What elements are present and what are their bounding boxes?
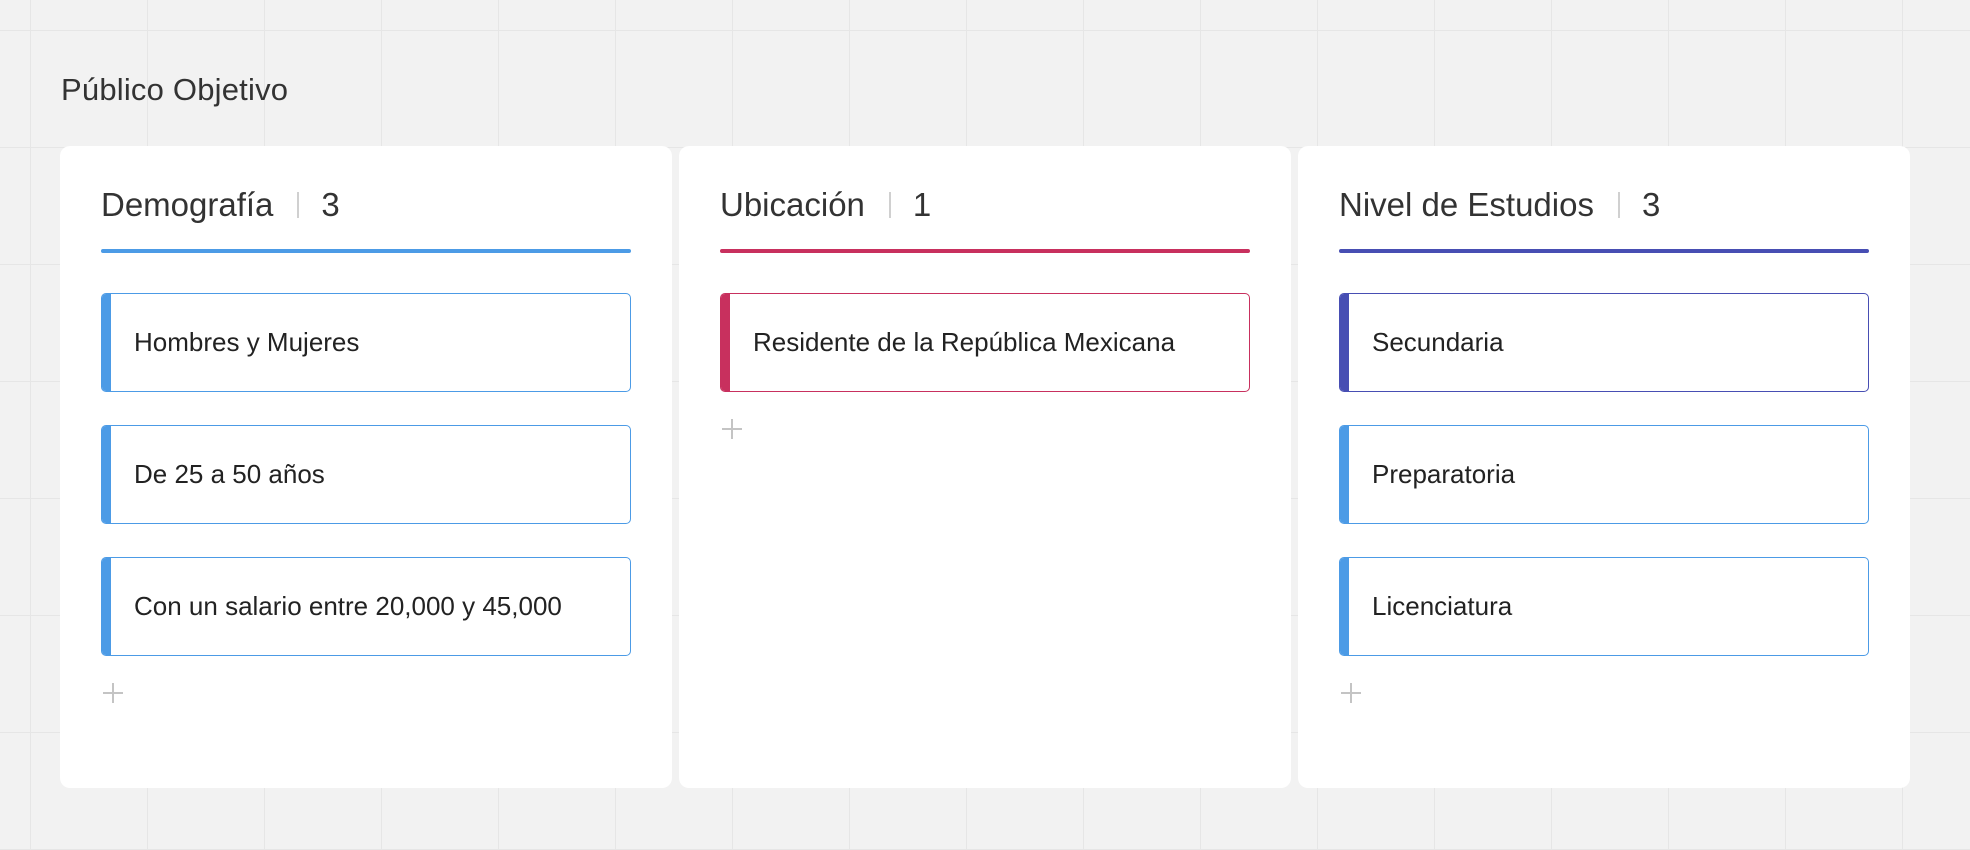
- column-color-rule: [720, 249, 1250, 253]
- card-color-tag: [1340, 558, 1349, 655]
- column-header[interactable]: Demografía 3: [101, 184, 631, 226]
- header-divider: [888, 192, 891, 218]
- column-header[interactable]: Nivel de Estudios 3: [1339, 184, 1869, 226]
- kanban-board: Demografía 3 Hombres y Mujeres De 25 a 5…: [60, 146, 1910, 788]
- card-color-tag: [102, 294, 111, 391]
- card-text: Con un salario entre 20,000 y 45,000: [134, 591, 562, 621]
- card-edad[interactable]: De 25 a 50 años: [101, 425, 631, 524]
- card-list: Residente de la República Mexicana: [720, 293, 1250, 392]
- column-ubicacion: Ubicación 1 Residente de la República Me…: [679, 146, 1291, 788]
- plus-icon[interactable]: [101, 681, 125, 705]
- column-card-count: 3: [1641, 186, 1661, 223]
- card-text: Preparatoria: [1372, 459, 1516, 489]
- card-text: Hombres y Mujeres: [134, 327, 360, 357]
- card-color-tag: [102, 426, 111, 523]
- column-card-count: 3: [321, 186, 340, 223]
- column-card-count: 1: [912, 186, 932, 223]
- frame-title[interactable]: Público Objetivo: [61, 72, 288, 108]
- card-text: Residente de la República Mexicana: [753, 327, 1176, 357]
- column-demografia: Demografía 3 Hombres y Mujeres De 25 a 5…: [60, 146, 672, 788]
- card-color-tag: [1340, 294, 1349, 391]
- card-hombres-y-mujeres[interactable]: Hombres y Mujeres: [101, 293, 631, 392]
- card-residente[interactable]: Residente de la República Mexicana: [720, 293, 1250, 392]
- card-list: Hombres y Mujeres De 25 a 50 años Con un…: [101, 293, 631, 656]
- card-color-tag: [721, 294, 730, 391]
- card-text: De 25 a 50 años: [134, 459, 325, 489]
- column-title[interactable]: Ubicación: [720, 186, 865, 224]
- card-list: Secundaria Preparatoria Licenciatura: [1339, 293, 1869, 656]
- card-color-tag: [1340, 426, 1349, 523]
- header-divider: [297, 192, 300, 218]
- card-text: Licenciatura: [1372, 591, 1513, 621]
- column-header[interactable]: Ubicación 1: [720, 184, 1250, 226]
- plus-icon[interactable]: [720, 417, 744, 441]
- card-color-tag: [102, 558, 111, 655]
- column-nivel-de-estudios: Nivel de Estudios 3 Secundaria Preparato…: [1298, 146, 1910, 788]
- column-color-rule: [1339, 249, 1869, 253]
- plus-icon[interactable]: [1339, 681, 1363, 705]
- column-color-rule: [101, 249, 631, 253]
- header-divider: [1617, 192, 1620, 218]
- card-secundaria[interactable]: Secundaria: [1339, 293, 1869, 392]
- column-title[interactable]: Demografía: [101, 186, 273, 224]
- card-licenciatura[interactable]: Licenciatura: [1339, 557, 1869, 656]
- card-preparatoria[interactable]: Preparatoria: [1339, 425, 1869, 524]
- card-text: Secundaria: [1372, 327, 1504, 357]
- column-title[interactable]: Nivel de Estudios: [1339, 186, 1594, 224]
- card-salario[interactable]: Con un salario entre 20,000 y 45,000: [101, 557, 631, 656]
